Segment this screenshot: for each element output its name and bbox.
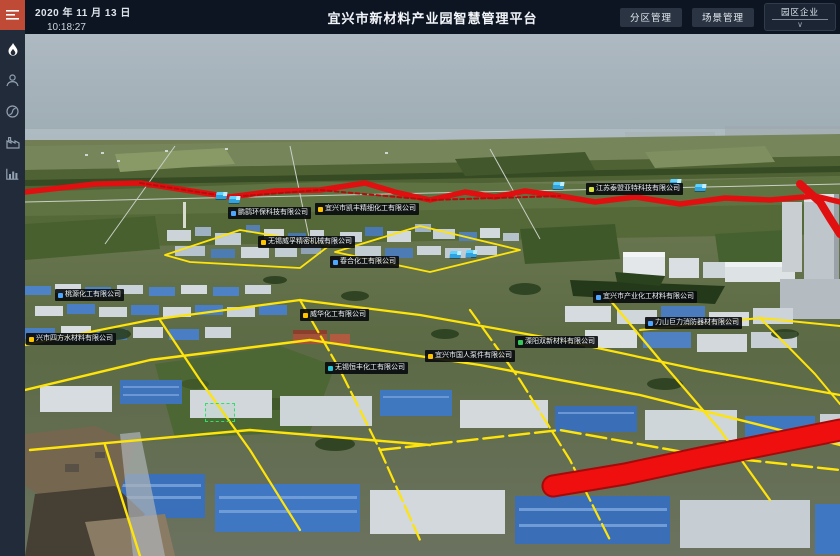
current-date: 2020 年 11 月 13 日 [35,4,131,19]
company-marker-icon [596,295,601,300]
current-time: 10:18:27 [47,22,131,33]
company-label-text: 宜兴市凯丰精细化工有限公司 [325,203,416,215]
zone-management-button[interactable]: 分区管理 [620,8,682,27]
truck-icon[interactable] [216,192,228,199]
company-map-label[interactable]: 力山巨力消防器材有限公司 [645,317,742,329]
company-map-label[interactable]: 宜兴市国人泵件有限公司 [425,350,515,362]
company-label-text: 力山巨力消防器材有限公司 [655,317,739,329]
bar-chart-icon[interactable] [5,166,20,181]
wind-icon[interactable] [5,104,20,119]
company-marker-icon [589,187,594,192]
company-map-label[interactable]: 宜兴市凯丰精细化工有限公司 [315,203,419,215]
company-marker-icon [333,260,338,265]
company-map-label[interactable]: 春合化工有限公司 [330,256,399,268]
company-label-text: 溧阳双新材料有限公司 [525,336,595,348]
company-map-label[interactable]: 鹏鹞环保科技有限公司 [228,207,311,219]
truck-icon[interactable] [466,250,478,257]
chevron-down-icon: ∨ [797,21,803,29]
user-icon[interactable] [5,73,20,88]
company-marker-icon [303,313,308,318]
company-label-text: 兴市四方水材料有限公司 [36,333,113,345]
company-marker-icon [518,340,523,345]
company-map-label[interactable]: 宜兴市产业化工材料有限公司 [593,291,697,303]
company-label-text: 宜兴市产业化工材料有限公司 [603,291,694,303]
company-marker-icon [328,366,333,371]
truck-icon[interactable] [450,251,462,258]
company-label-text: 鹏鹞环保科技有限公司 [238,207,308,219]
company-label-text: 无锡恒丰化工有限公司 [335,362,405,374]
company-label-text: 无锡威孚精密机械有限公司 [268,236,352,248]
truck-icon[interactable] [695,184,707,191]
company-map-label[interactable]: 兴市四方水材料有限公司 [26,333,116,345]
company-map-label[interactable]: 江苏泰盟亚特科技有限公司 [586,183,683,195]
company-marker-icon [428,354,433,359]
truck-icon[interactable] [229,196,241,203]
fire-icon[interactable] [5,42,20,57]
hamburger-menu-icon[interactable] [0,0,25,30]
dropdown-label: 园区企业 [772,6,828,20]
map-3d-scene[interactable] [25,34,840,556]
company-map-label[interactable]: 桃源化工有限公司 [55,289,124,301]
company-map-label[interactable]: 无锡威孚精密机械有限公司 [258,236,355,248]
company-label-text: 宜兴市国人泵件有限公司 [435,350,512,362]
company-label-text: 桃源化工有限公司 [65,289,121,301]
company-marker-icon [29,337,34,342]
factory-icon[interactable] [5,135,20,150]
company-marker-icon [231,211,236,216]
page-title: 宜兴市新材料产业园智慧管理平台 [327,8,537,27]
truck-icon[interactable] [553,182,565,189]
company-marker-icon [58,293,63,298]
header-actions: 分区管理 场景管理 园区企业 ∨ [620,0,836,34]
park-enterprise-dropdown[interactable]: 园区企业 ∨ [764,3,836,31]
company-marker-icon [261,240,266,245]
company-marker-icon [648,321,653,326]
scene-management-button[interactable]: 场景管理 [692,8,754,27]
company-map-label[interactable]: 无锡恒丰化工有限公司 [325,362,408,374]
company-map-label[interactable]: 威华化工有限公司 [300,309,369,321]
header-bar: 2020 年 11 月 13 日 10:18:27 宜兴市新材料产业园智慧管理平… [25,0,840,34]
sidebar [0,0,25,556]
company-label-text: 春合化工有限公司 [340,256,396,268]
map-selection-box[interactable] [205,403,235,422]
company-label-text: 威华化工有限公司 [310,309,366,321]
company-marker-icon [318,207,323,212]
company-map-label[interactable]: 溧阳双新材料有限公司 [515,336,598,348]
app-window: 2020 年 11 月 13 日 10:18:27 宜兴市新材料产业园智慧管理平… [0,0,840,556]
datetime-block: 2020 年 11 月 13 日 10:18:27 [35,4,131,33]
company-label-text: 江苏泰盟亚特科技有限公司 [596,183,680,195]
